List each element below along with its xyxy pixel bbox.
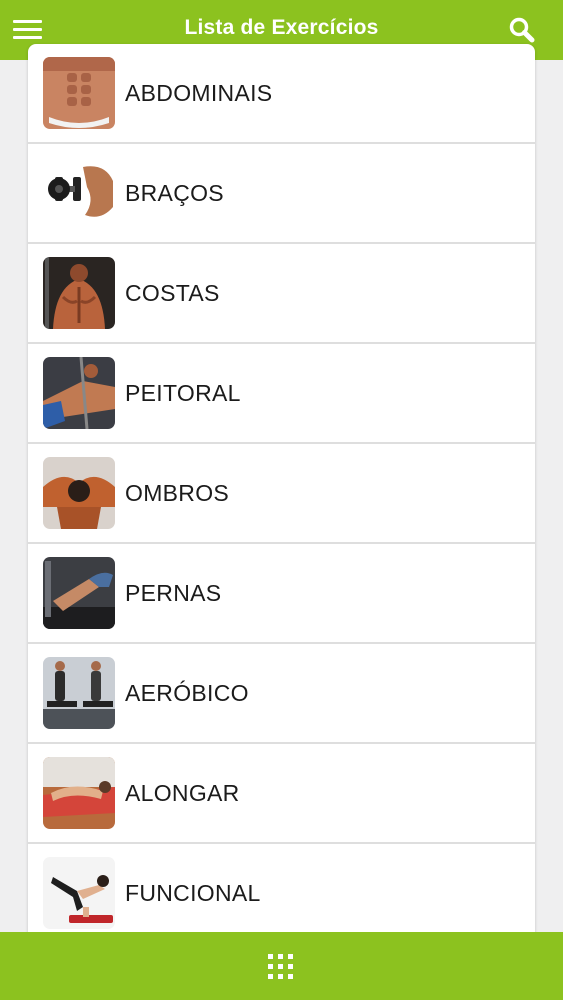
exercise-list: ABDOMINAIS BRAÇOS COSTAS PEITORAL OMBROS… [28, 44, 535, 944]
list-item-costas[interactable]: COSTAS [28, 244, 535, 344]
leg-press-photo [43, 557, 115, 629]
list-item-label: ALONGAR [125, 780, 240, 806]
grid-apps-icon[interactable] [266, 952, 296, 982]
abs-photo [43, 57, 115, 129]
list-item-label: COSTAS [125, 280, 220, 306]
search-icon[interactable] [508, 16, 536, 44]
chest-press-photo [43, 357, 115, 429]
functional-training-photo [43, 857, 115, 929]
back-muscles-photo [43, 257, 115, 329]
list-item-label: PERNAS [125, 580, 222, 606]
list-item-funcional[interactable]: FUNCIONAL [28, 844, 535, 942]
list-item-peitoral[interactable]: PEITORAL [28, 344, 535, 444]
list-item-alongar[interactable]: ALONGAR [28, 744, 535, 844]
page-title: Lista de Exercícios [184, 16, 379, 39]
list-item-label: OMBROS [125, 480, 230, 506]
list-item-ombros[interactable]: OMBROS [28, 444, 535, 544]
list-item-label: AERÓBICO [125, 680, 249, 706]
list-item-pernas[interactable]: PERNAS [28, 544, 535, 644]
bottom-bar [0, 932, 563, 1000]
list-item-label: ABDOMINAIS [125, 80, 273, 106]
list-item-abdominais[interactable]: ABDOMINAIS [28, 44, 535, 144]
list-item-label: BRAÇOS [125, 180, 224, 206]
list-item-bracos[interactable]: BRAÇOS [28, 144, 535, 244]
stretching-photo [43, 757, 115, 829]
list-item-aerobico[interactable]: AERÓBICO [28, 644, 535, 744]
arm-dumbbell-photo [43, 157, 115, 229]
treadmill-photo [43, 657, 115, 729]
list-item-label: FUNCIONAL [125, 880, 261, 906]
list-item-label: PEITORAL [125, 380, 241, 406]
shoulders-photo [43, 457, 115, 529]
